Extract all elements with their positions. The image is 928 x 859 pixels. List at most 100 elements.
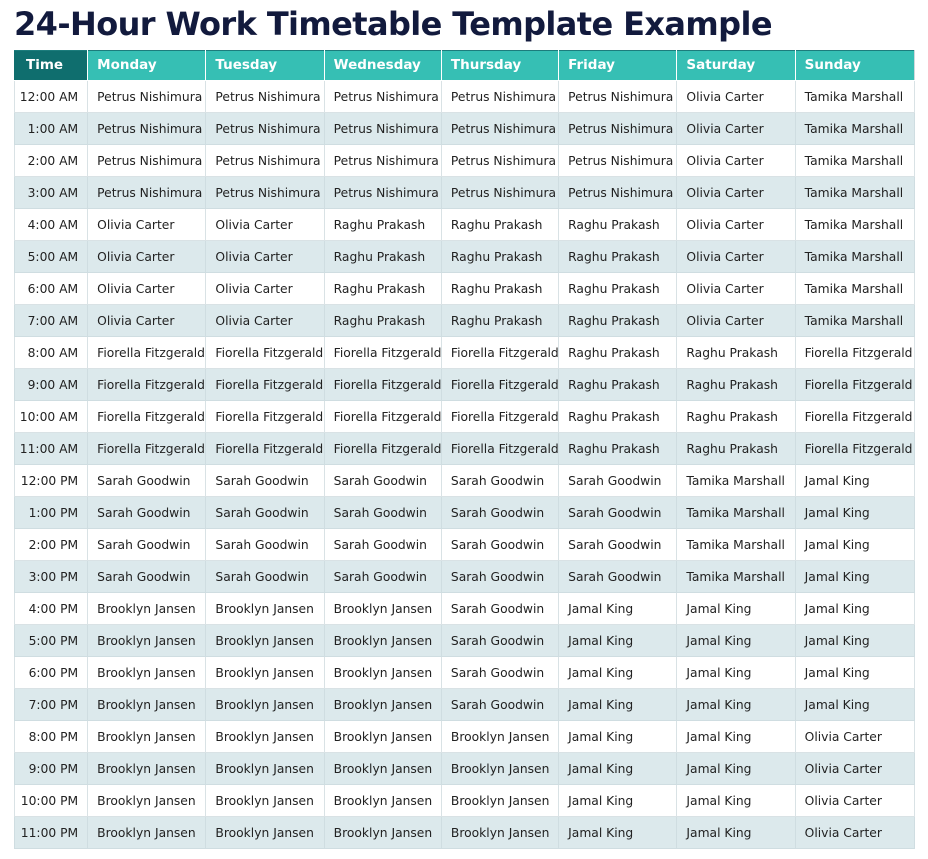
assignment-cell[interactable]: Jamal King — [794, 688, 916, 721]
assignment-cell[interactable]: Tamika Marshall — [794, 176, 916, 209]
assignment-cell[interactable]: Brooklyn Jansen — [323, 752, 442, 785]
assignment-cell[interactable]: Olivia Carter — [205, 240, 325, 273]
assignment-cell[interactable]: Fiorella Fitzgerald — [205, 432, 325, 465]
column-header-saturday[interactable]: Saturday — [676, 50, 796, 81]
assignment-cell[interactable]: Jamal King — [676, 592, 796, 625]
assignment-cell[interactable]: Tamika Marshall — [794, 304, 916, 337]
assignment-cell[interactable]: Fiorella Fitzgerald — [87, 336, 207, 369]
assignment-cell[interactable]: Fiorella Fitzgerald — [440, 368, 560, 401]
assignment-cell[interactable]: Jamal King — [794, 496, 916, 529]
assignment-cell[interactable]: Raghu Prakash — [558, 304, 678, 337]
assignment-cell[interactable]: Brooklyn Jansen — [87, 688, 207, 721]
assignment-cell[interactable]: Fiorella Fitzgerald — [794, 432, 916, 465]
assignment-cell[interactable]: Fiorella Fitzgerald — [205, 368, 325, 401]
assignment-cell[interactable]: Raghu Prakash — [558, 240, 678, 273]
assignment-cell[interactable]: Brooklyn Jansen — [440, 784, 560, 817]
assignment-cell[interactable]: Olivia Carter — [676, 272, 796, 305]
assignment-cell[interactable]: Raghu Prakash — [558, 368, 678, 401]
assignment-cell[interactable]: Fiorella Fitzgerald — [87, 368, 207, 401]
assignment-cell[interactable]: Petrus Nishimura — [205, 80, 325, 113]
assignment-cell[interactable]: Jamal King — [558, 752, 678, 785]
assignment-cell[interactable]: Petrus Nishimura — [323, 176, 442, 209]
assignment-cell[interactable]: Tamika Marshall — [676, 464, 796, 497]
assignment-cell[interactable]: Brooklyn Jansen — [205, 752, 325, 785]
assignment-cell[interactable]: Jamal King — [558, 656, 678, 689]
assignment-cell[interactable]: Brooklyn Jansen — [440, 720, 560, 753]
assignment-cell[interactable]: Raghu Prakash — [558, 432, 678, 465]
assignment-cell[interactable]: Fiorella Fitzgerald — [440, 432, 560, 465]
assignment-cell[interactable]: Sarah Goodwin — [440, 464, 560, 497]
assignment-cell[interactable]: Sarah Goodwin — [558, 496, 678, 529]
assignment-cell[interactable]: Tamika Marshall — [794, 144, 916, 177]
assignment-cell[interactable]: Fiorella Fitzgerald — [794, 400, 916, 433]
assignment-cell[interactable]: Raghu Prakash — [558, 400, 678, 433]
assignment-cell[interactable]: Sarah Goodwin — [205, 560, 325, 593]
assignment-cell[interactable]: Jamal King — [676, 816, 796, 849]
assignment-cell[interactable]: Sarah Goodwin — [440, 656, 560, 689]
assignment-cell[interactable]: Petrus Nishimura — [558, 144, 678, 177]
assignment-cell[interactable]: Fiorella Fitzgerald — [205, 400, 325, 433]
assignment-cell[interactable]: Fiorella Fitzgerald — [794, 336, 916, 369]
assignment-cell[interactable]: Raghu Prakash — [323, 304, 442, 337]
assignment-cell[interactable]: Olivia Carter — [676, 80, 796, 113]
assignment-cell[interactable]: Jamal King — [676, 784, 796, 817]
assignment-cell[interactable]: Olivia Carter — [794, 816, 916, 849]
assignment-cell[interactable]: Olivia Carter — [87, 304, 207, 337]
assignment-cell[interactable]: Brooklyn Jansen — [323, 688, 442, 721]
assignment-cell[interactable]: Raghu Prakash — [676, 336, 796, 369]
column-header-thursday[interactable]: Thursday — [440, 50, 560, 81]
assignment-cell[interactable]: Sarah Goodwin — [87, 528, 207, 561]
assignment-cell[interactable]: Jamal King — [558, 784, 678, 817]
assignment-cell[interactable]: Sarah Goodwin — [205, 496, 325, 529]
assignment-cell[interactable]: Olivia Carter — [794, 784, 916, 817]
assignment-cell[interactable]: Sarah Goodwin — [323, 464, 442, 497]
assignment-cell[interactable]: Sarah Goodwin — [87, 560, 207, 593]
column-header-wednesday[interactable]: Wednesday — [323, 50, 442, 81]
assignment-cell[interactable]: Brooklyn Jansen — [323, 720, 442, 753]
assignment-cell[interactable]: Petrus Nishimura — [440, 176, 560, 209]
assignment-cell[interactable]: Brooklyn Jansen — [205, 688, 325, 721]
assignment-cell[interactable]: Raghu Prakash — [323, 208, 442, 241]
assignment-cell[interactable]: Raghu Prakash — [323, 240, 442, 273]
assignment-cell[interactable]: Petrus Nishimura — [205, 144, 325, 177]
assignment-cell[interactable]: Brooklyn Jansen — [205, 656, 325, 689]
assignment-cell[interactable]: Brooklyn Jansen — [205, 592, 325, 625]
assignment-cell[interactable]: Olivia Carter — [205, 304, 325, 337]
assignment-cell[interactable]: Sarah Goodwin — [205, 528, 325, 561]
assignment-cell[interactable]: Brooklyn Jansen — [205, 784, 325, 817]
assignment-cell[interactable]: Brooklyn Jansen — [440, 752, 560, 785]
assignment-cell[interactable]: Tamika Marshall — [794, 112, 916, 145]
assignment-cell[interactable]: Brooklyn Jansen — [205, 720, 325, 753]
assignment-cell[interactable]: Olivia Carter — [676, 176, 796, 209]
assignment-cell[interactable]: Sarah Goodwin — [558, 528, 678, 561]
assignment-cell[interactable]: Sarah Goodwin — [323, 496, 442, 529]
assignment-cell[interactable]: Petrus Nishimura — [558, 80, 678, 113]
assignment-cell[interactable]: Petrus Nishimura — [87, 112, 207, 145]
assignment-cell[interactable]: Sarah Goodwin — [440, 528, 560, 561]
assignment-cell[interactable]: Jamal King — [558, 624, 678, 657]
assignment-cell[interactable]: Petrus Nishimura — [440, 144, 560, 177]
assignment-cell[interactable]: Raghu Prakash — [440, 240, 560, 273]
assignment-cell[interactable]: Brooklyn Jansen — [323, 784, 442, 817]
assignment-cell[interactable]: Jamal King — [676, 656, 796, 689]
assignment-cell[interactable]: Jamal King — [794, 528, 916, 561]
assignment-cell[interactable]: Brooklyn Jansen — [87, 592, 207, 625]
assignment-cell[interactable]: Petrus Nishimura — [87, 144, 207, 177]
assignment-cell[interactable]: Petrus Nishimura — [323, 80, 442, 113]
assignment-cell[interactable]: Raghu Prakash — [440, 304, 560, 337]
assignment-cell[interactable]: Jamal King — [558, 816, 678, 849]
assignment-cell[interactable]: Brooklyn Jansen — [87, 816, 207, 849]
assignment-cell[interactable]: Fiorella Fitzgerald — [794, 368, 916, 401]
column-header-friday[interactable]: Friday — [558, 50, 678, 81]
column-header-sunday[interactable]: Sunday — [794, 50, 916, 81]
column-header-time[interactable]: Time — [13, 50, 89, 81]
column-header-monday[interactable]: Monday — [87, 50, 207, 81]
assignment-cell[interactable]: Jamal King — [794, 656, 916, 689]
assignment-cell[interactable]: Petrus Nishimura — [558, 176, 678, 209]
assignment-cell[interactable]: Tamika Marshall — [794, 80, 916, 113]
assignment-cell[interactable]: Sarah Goodwin — [558, 560, 678, 593]
assignment-cell[interactable]: Olivia Carter — [205, 272, 325, 305]
assignment-cell[interactable]: Raghu Prakash — [676, 400, 796, 433]
assignment-cell[interactable]: Raghu Prakash — [676, 368, 796, 401]
assignment-cell[interactable]: Brooklyn Jansen — [87, 720, 207, 753]
